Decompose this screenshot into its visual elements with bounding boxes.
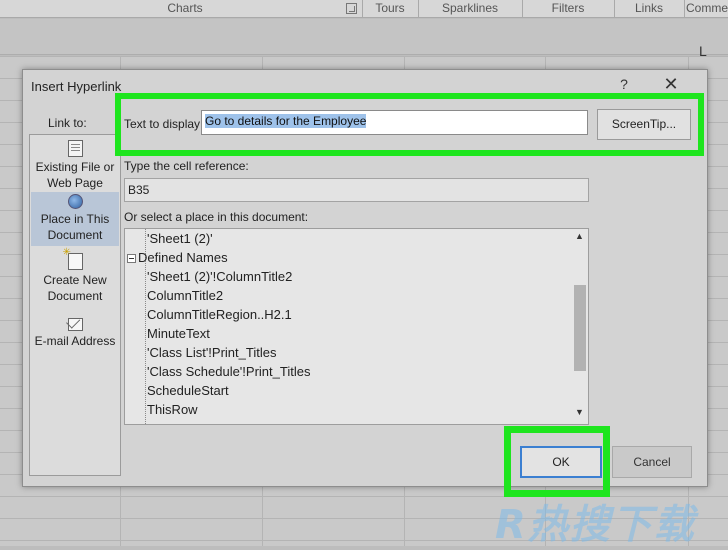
ribbon-group-filters: Filters <box>551 1 585 15</box>
scroll-thumb[interactable] <box>574 285 586 371</box>
link-email-address[interactable]: E-mail Address <box>31 313 119 355</box>
tree-item[interactable]: MinuteText <box>147 326 210 341</box>
link-existing-file[interactable]: Existing File or Web Page <box>31 139 119 190</box>
cancel-button[interactable]: Cancel <box>612 446 692 478</box>
ribbon-separator <box>614 0 615 18</box>
ribbon-group-sparklines: Sparklines <box>441 1 499 15</box>
new-document-icon <box>63 245 83 270</box>
highlight-box-text-to-display <box>115 93 704 156</box>
link-existing-file-line1: Existing File or <box>35 160 115 174</box>
ribbon-group-tours: Tours <box>375 1 405 15</box>
dialog-title: Insert Hyperlink <box>31 79 122 94</box>
tree-scrollbar[interactable]: ▲ ▼ <box>571 229 588 424</box>
tree-item[interactable]: 'Sheet1 (2)'!ColumnTitle2 <box>147 269 292 284</box>
tree-item-defined-names[interactable]: Defined Names <box>138 250 228 265</box>
link-create-new-line1: Create New <box>43 273 107 287</box>
tree-item[interactable]: 'Sheet1 (2)' <box>147 231 213 246</box>
link-email-line1: E-mail Address <box>34 334 116 348</box>
place-in-document-tree[interactable]: 'Sheet1 (2)' Defined Names 'Sheet1 (2)'!… <box>124 228 589 425</box>
collapse-icon[interactable] <box>127 254 136 263</box>
link-place-in-document[interactable]: Place in This Document <box>31 192 119 246</box>
link-to-panel: Existing File or Web Page Place in This … <box>29 134 121 476</box>
tree-item[interactable]: 'Class List'!Print_Titles <box>147 345 276 360</box>
globe-document-icon <box>67 194 83 209</box>
ribbon-separator <box>418 0 419 18</box>
link-to-label: Link to: <box>48 116 87 130</box>
ribbon-group-charts: Charts <box>167 1 203 15</box>
place-in-document-label: Or select a place in this document: <box>124 210 309 224</box>
ribbon-separator <box>522 0 523 18</box>
tree-item[interactable]: ThisRow <box>147 402 198 417</box>
link-create-new-line2: Document <box>47 289 103 303</box>
insert-hyperlink-dialog: Insert Hyperlink ? ✕ Link to: Existing F… <box>22 69 708 497</box>
cell-reference-label: Type the cell reference: <box>124 159 249 173</box>
email-icon <box>67 318 83 331</box>
link-place-line1: Place in This <box>40 212 110 226</box>
dialog-launcher-icon[interactable] <box>346 3 357 14</box>
help-icon[interactable]: ? <box>617 76 631 94</box>
scroll-down-icon[interactable]: ▼ <box>571 407 588 421</box>
watermark-logo: R热搜下载 <box>495 502 696 548</box>
tree-item[interactable]: ColumnTitle2 <box>147 288 223 303</box>
ribbon-separator <box>362 0 363 18</box>
tree-item[interactable]: ScheduleStart <box>147 383 229 398</box>
document-icon <box>67 140 83 157</box>
scroll-up-icon[interactable]: ▲ <box>571 231 588 245</box>
close-icon[interactable]: ✕ <box>663 75 679 93</box>
tree-item[interactable]: 'Class Schedule'!Print_Titles <box>147 364 310 379</box>
formula-bar-area <box>0 19 728 55</box>
ribbon-group-comments: Comme <box>686 1 728 15</box>
ribbon-group-links: Links <box>634 1 663 15</box>
link-existing-file-line2: Web Page <box>47 176 103 190</box>
ribbon-group-labels: Charts Tours Sparklines Filters Links Co… <box>0 0 728 18</box>
link-create-new-document[interactable]: Create New Document <box>31 245 119 305</box>
cell-reference-input[interactable]: B35 <box>124 178 589 202</box>
highlight-box-ok <box>504 426 610 497</box>
tree-item[interactable]: ColumnTitleRegion..H2.1 <box>147 307 292 322</box>
ribbon-separator <box>684 0 685 18</box>
link-place-line2: Document <box>47 228 103 242</box>
